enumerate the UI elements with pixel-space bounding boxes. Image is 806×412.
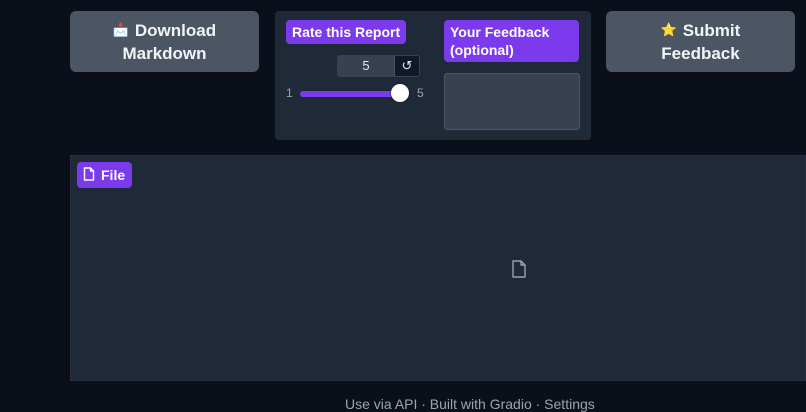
rating-value[interactable]: 5 <box>338 56 394 76</box>
file-placeholder-icon <box>511 260 527 283</box>
submit-button-label-line2: Feedback <box>661 43 740 63</box>
slider-max-label: 5 <box>417 86 424 100</box>
rating-number-input[interactable]: 5 ↺ <box>337 55 420 77</box>
file-label-badge: File <box>77 162 133 188</box>
rating-panel: Rate this Report 5 ↺ 1 5 Your Feedback (… <box>275 11 591 140</box>
footer-text[interactable]: Use via API · Built with Gradio · Settin… <box>345 396 595 412</box>
reset-icon[interactable]: ↺ <box>394 56 419 76</box>
envelope-icon: 📩 <box>112 22 130 37</box>
rating-label: Rate this Report <box>286 20 407 44</box>
feedback-textarea[interactable] <box>444 73 580 130</box>
download-button-label-line1: Download <box>134 20 217 40</box>
submit-button-label-line1: Submit <box>682 20 741 40</box>
rating-slider-thumb[interactable] <box>391 84 409 102</box>
submit-feedback-button[interactable]: ⭐ Submit Feedback <box>606 11 795 72</box>
file-label-text: File <box>101 167 126 183</box>
download-button-label-line2: Markdown <box>122 43 207 63</box>
rating-slider-track[interactable] <box>300 91 400 97</box>
footer: Use via API · Built with Gradio · Settin… <box>345 396 595 412</box>
file-icon <box>83 166 95 184</box>
file-upload-panel[interactable]: File <box>70 155 806 381</box>
download-markdown-button[interactable]: 📩 Download Markdown <box>70 11 259 72</box>
star-icon: ⭐ <box>660 22 677 37</box>
feedback-label: Your Feedback (optional) <box>444 20 579 62</box>
slider-min-label: 1 <box>286 86 293 100</box>
